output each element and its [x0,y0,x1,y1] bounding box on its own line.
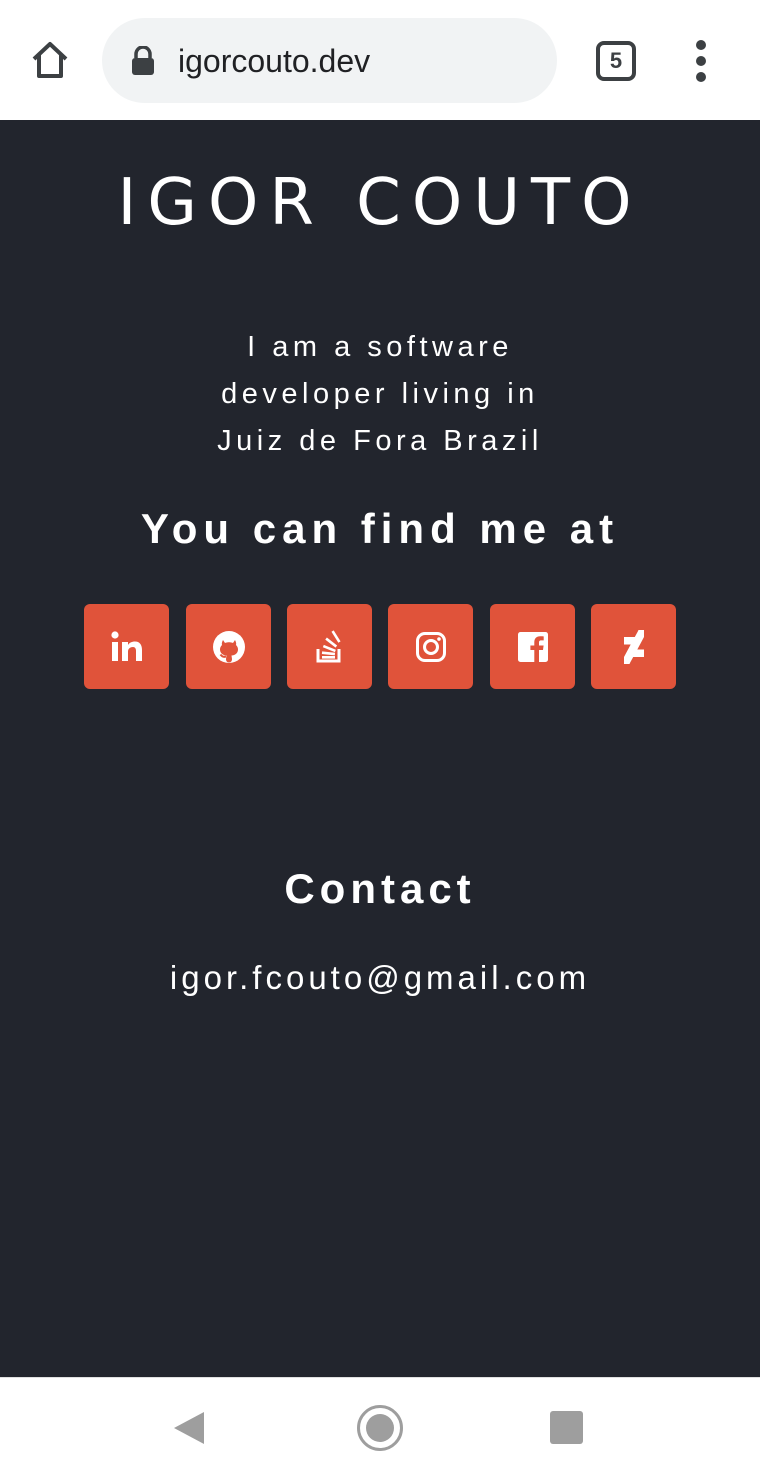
more-vertical-icon [696,40,706,50]
system-home-button[interactable] [356,1404,404,1457]
page-title: IGOR COUTO [117,166,643,240]
browser-toolbar: igorcouto.dev 5 [0,0,760,120]
bio-line: I am a software [247,331,513,363]
contact-heading: Contact [284,865,476,912]
contact-email-link[interactable]: igor.fcouto@gmail.com [0,958,760,998]
social-links [84,604,676,689]
find-me-heading: You can find me at [140,505,620,552]
lock-icon [132,46,154,75]
url-text: igorcouto.dev [178,43,371,79]
instagram-icon [415,631,446,662]
back-triangle-icon [174,1412,204,1444]
instagram-link[interactable] [388,604,473,689]
stackoverflow-icon [316,629,341,662]
linkedin-icon [110,630,142,661]
address-bar[interactable]: igorcouto.dev [102,18,557,103]
more-menu-button[interactable] [684,40,718,84]
tab-switcher-button[interactable]: 5 [596,41,636,81]
facebook-icon [517,631,548,662]
bio-text: I am a software developer living in Juiz… [160,324,600,465]
bio-line: developer living in [221,378,539,410]
github-link[interactable] [186,604,271,689]
home-button[interactable] [24,34,76,86]
deviantart-link[interactable] [591,604,676,689]
page-content: IGOR COUTO I am a software developer liv… [0,120,760,1377]
bio-line: Juiz de Fora Brazil [217,425,543,457]
recents-button[interactable] [550,1411,583,1444]
facebook-link[interactable] [490,604,575,689]
stackoverflow-link[interactable] [287,604,372,689]
linkedin-link[interactable] [84,604,169,689]
home-icon [32,42,68,78]
github-icon [212,630,245,663]
home-circle-icon [357,1405,403,1451]
back-button[interactable] [170,1410,206,1451]
system-navigation-bar [0,1377,760,1479]
deviantart-icon [623,629,644,664]
